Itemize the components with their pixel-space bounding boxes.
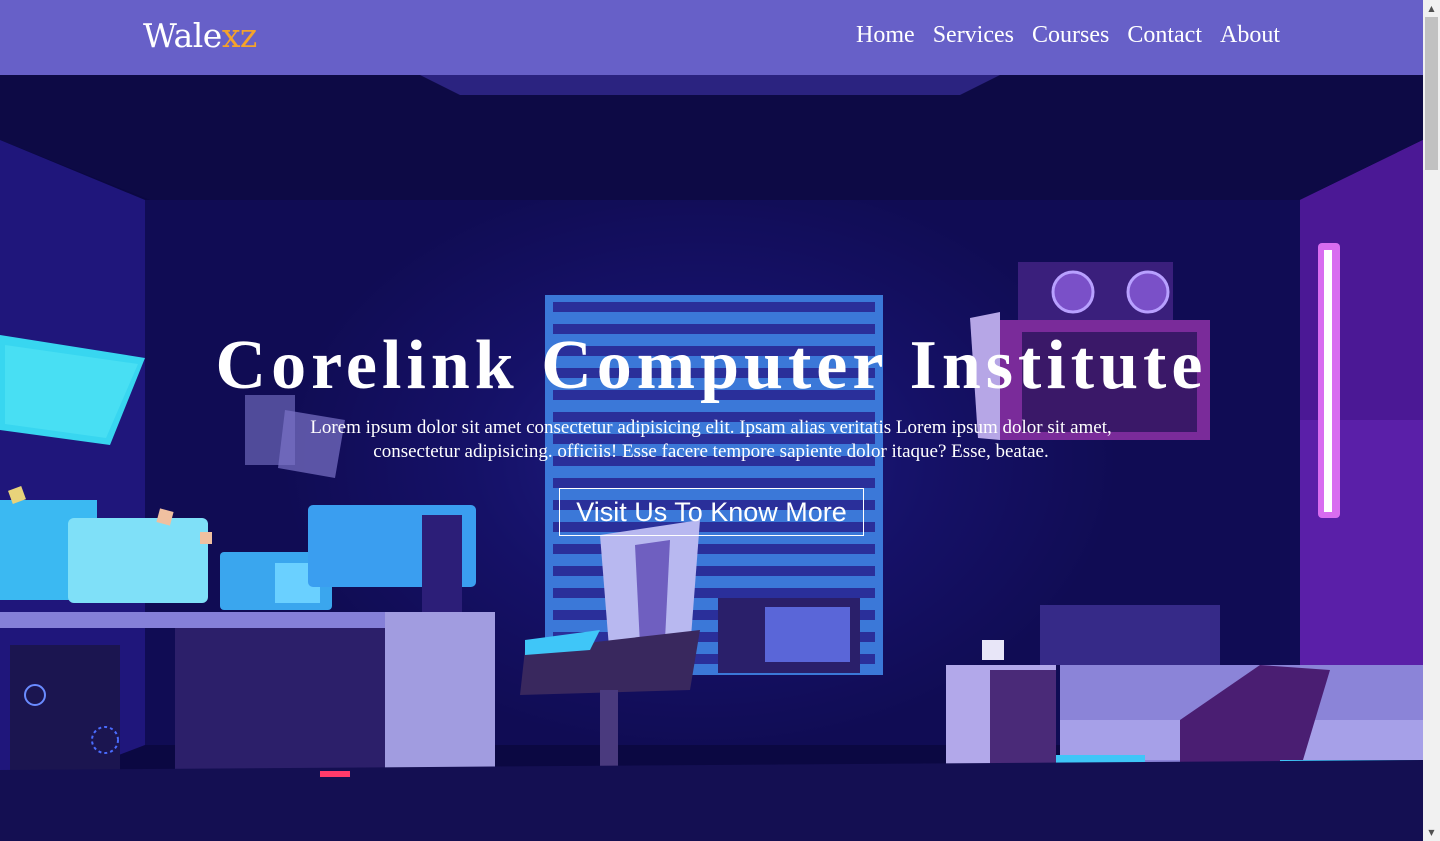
vertical-scrollbar[interactable]: ▲ ▼ (1423, 0, 1440, 841)
hero-description: Lorem ipsum dolor sit amet consectetur a… (310, 417, 1112, 462)
navbar: Walexz Home Services Courses Contact Abo… (0, 0, 1423, 75)
hero-title: Corelink Computer Institute (215, 327, 1208, 404)
nav-link-services[interactable]: Services (933, 22, 1014, 49)
scroll-up-arrow-icon[interactable]: ▲ (1423, 0, 1440, 17)
scroll-down-arrow-icon[interactable]: ▼ (1423, 824, 1440, 841)
visit-us-button[interactable]: Visit Us To Know More (559, 488, 864, 536)
nav-link-contact[interactable]: Contact (1127, 22, 1202, 49)
brand-accent-text: xz (221, 16, 258, 55)
nav-link-home[interactable]: Home (856, 22, 915, 49)
brand-main-text: Wale (143, 16, 222, 55)
nav-links: Home Services Courses Contact About (856, 22, 1280, 49)
brand-logo[interactable]: Walexz (143, 16, 257, 55)
nav-link-about[interactable]: About (1220, 22, 1280, 49)
nav-link-courses[interactable]: Courses (1032, 22, 1109, 49)
page: Walexz Home Services Courses Contact Abo… (0, 0, 1423, 841)
scrollbar-thumb[interactable] (1425, 17, 1438, 170)
